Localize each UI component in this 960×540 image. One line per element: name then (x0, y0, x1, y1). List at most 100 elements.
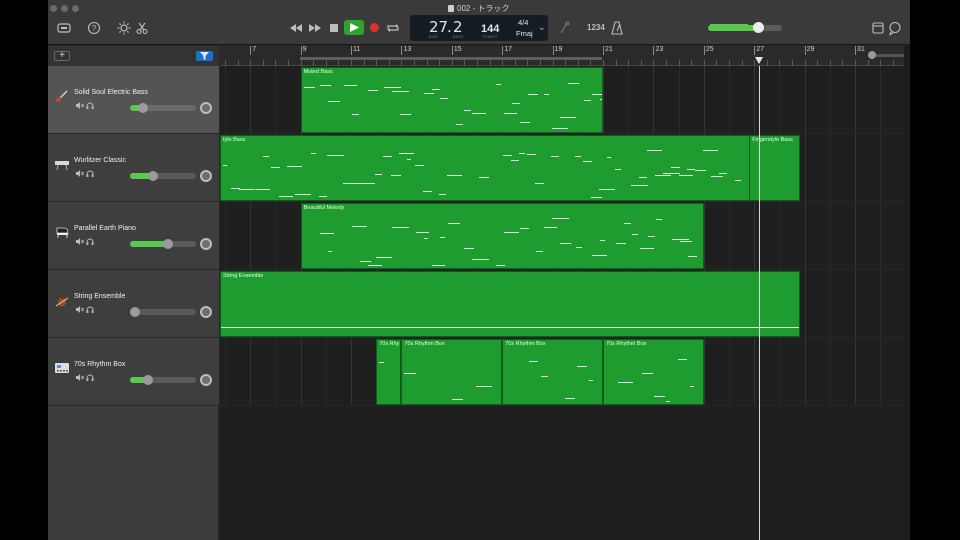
track-volume-knob[interactable] (148, 171, 159, 181)
region-note (223, 165, 227, 166)
region-note (503, 232, 519, 233)
smart-controls-filter-button[interactable] (196, 51, 213, 61)
region-label: String Ensemble (223, 273, 264, 279)
ruler-bar-number: 29 (806, 46, 815, 53)
track-header[interactable]: 70s Rhythm Box (48, 338, 219, 406)
zoom-slider[interactable] (868, 51, 904, 59)
rewind-icon[interactable] (288, 20, 304, 36)
mute-button[interactable] (76, 170, 85, 177)
track-volume-knob[interactable] (130, 307, 140, 317)
pan-knob[interactable] (200, 102, 212, 114)
stop-icon[interactable] (326, 20, 342, 36)
fast-forward-icon[interactable] (307, 20, 323, 36)
window-title: 002 - トラック (448, 3, 509, 14)
region-note (679, 241, 692, 242)
region-note (431, 265, 445, 266)
pan-knob[interactable] (200, 170, 212, 182)
region[interactable]: String Ensemble (220, 271, 800, 337)
region-note (375, 257, 392, 258)
region-note (495, 265, 505, 266)
headphones-icon (86, 374, 94, 381)
solo-button[interactable] (86, 102, 94, 109)
tracks-area[interactable]: 7 9 11 13 15 17 19 21 23 25 27 29 31 Muted Bass tyle … (220, 46, 910, 540)
smart-controls-icon[interactable] (116, 20, 132, 36)
master-volume-knob[interactable] (753, 22, 765, 33)
help-icon[interactable]: ? (86, 20, 102, 36)
track-header[interactable]: String Ensemble (48, 270, 219, 338)
pan-knob[interactable] (200, 238, 212, 250)
region[interactable]: Muted Bass (300, 67, 604, 133)
pan-knob[interactable] (200, 306, 212, 318)
count-in-button[interactable]: 1234 (587, 23, 605, 32)
library-icon[interactable] (56, 20, 72, 36)
track-volume-slider[interactable] (130, 171, 196, 181)
region[interactable]: tyle Bass (220, 135, 800, 201)
region-note (639, 177, 647, 178)
region-note (591, 255, 607, 256)
track-volume-slider[interactable] (130, 103, 196, 113)
metronome-icon[interactable] (609, 20, 625, 36)
loop-browser-icon[interactable] (887, 20, 903, 36)
track-header[interactable]: Wurlitzer Classic (48, 134, 219, 202)
ruler-tick (300, 46, 302, 55)
tuner-icon[interactable] (556, 20, 572, 36)
region-note (615, 243, 626, 244)
minimize-window-button[interactable] (61, 5, 68, 12)
close-window-button[interactable] (50, 5, 57, 12)
pan-knob[interactable] (200, 374, 212, 386)
mute-button[interactable] (76, 374, 85, 381)
region[interactable]: 70s Rhythm Box (603, 339, 704, 405)
region-note (551, 218, 569, 219)
region-note (439, 237, 445, 238)
add-track-button[interactable]: + (54, 51, 70, 61)
ruler-bar-number: 23 (655, 46, 664, 53)
record-button[interactable] (370, 23, 379, 32)
region-note (679, 175, 693, 176)
track-volume-slider[interactable] (130, 307, 196, 317)
region-note (519, 122, 530, 123)
solo-button[interactable] (86, 238, 94, 245)
master-volume-slider[interactable] (708, 22, 782, 33)
track-header[interactable]: Parallel Earth Piano (48, 202, 219, 270)
mute-button[interactable] (76, 102, 85, 109)
region[interactable]: 70s Rhythm Box (502, 339, 604, 405)
ruler-bar-number: 17 (504, 46, 513, 53)
track-header[interactable]: Solid Soul Electric Bass (48, 66, 219, 134)
mute-button[interactable] (76, 238, 85, 245)
region-note (618, 382, 634, 383)
ruler-tick (351, 46, 353, 55)
ruler[interactable]: 7 9 11 13 15 17 19 21 23 25 27 29 31 (220, 46, 910, 66)
solo-button[interactable] (86, 170, 94, 177)
lcd-display[interactable]: 27 . 2 BAR BEAT 144 TEMPO 4/4 Fmaj (410, 15, 548, 41)
track-volume-slider[interactable] (130, 375, 196, 385)
region[interactable]: 70s Rhy (376, 339, 402, 405)
editors-icon[interactable] (134, 20, 150, 36)
playhead-handle[interactable] (755, 57, 764, 64)
zoom-knob[interactable] (868, 51, 876, 59)
track-volume-knob[interactable] (163, 239, 174, 249)
zoom-window-button[interactable] (72, 5, 79, 12)
solo-button[interactable] (86, 306, 94, 313)
track-volume-knob[interactable] (138, 103, 149, 113)
chevron-down-icon[interactable]: ⌄ (538, 22, 546, 33)
cycle-icon[interactable] (385, 20, 401, 36)
region-note (311, 153, 316, 154)
notepad-icon[interactable] (870, 20, 886, 36)
region-note (654, 396, 666, 397)
play-button[interactable] (344, 20, 364, 35)
region-note (463, 110, 471, 111)
region[interactable]: 70s Rhythm Box (401, 339, 503, 405)
track-volume-knob[interactable] (143, 375, 154, 385)
vertical-scrollbar[interactable] (904, 46, 910, 540)
region-note (543, 94, 549, 95)
solo-button[interactable] (86, 374, 94, 381)
mute-button[interactable] (76, 306, 85, 313)
region-note (343, 183, 360, 184)
region[interactable]: Fingerstyle Bass (749, 135, 800, 201)
violin-icon (54, 292, 70, 308)
region-note (391, 175, 401, 176)
region[interactable]: Beautiful Melody (300, 203, 704, 269)
playhead[interactable] (759, 66, 761, 540)
region-note (655, 219, 662, 220)
track-volume-slider[interactable] (130, 239, 196, 249)
